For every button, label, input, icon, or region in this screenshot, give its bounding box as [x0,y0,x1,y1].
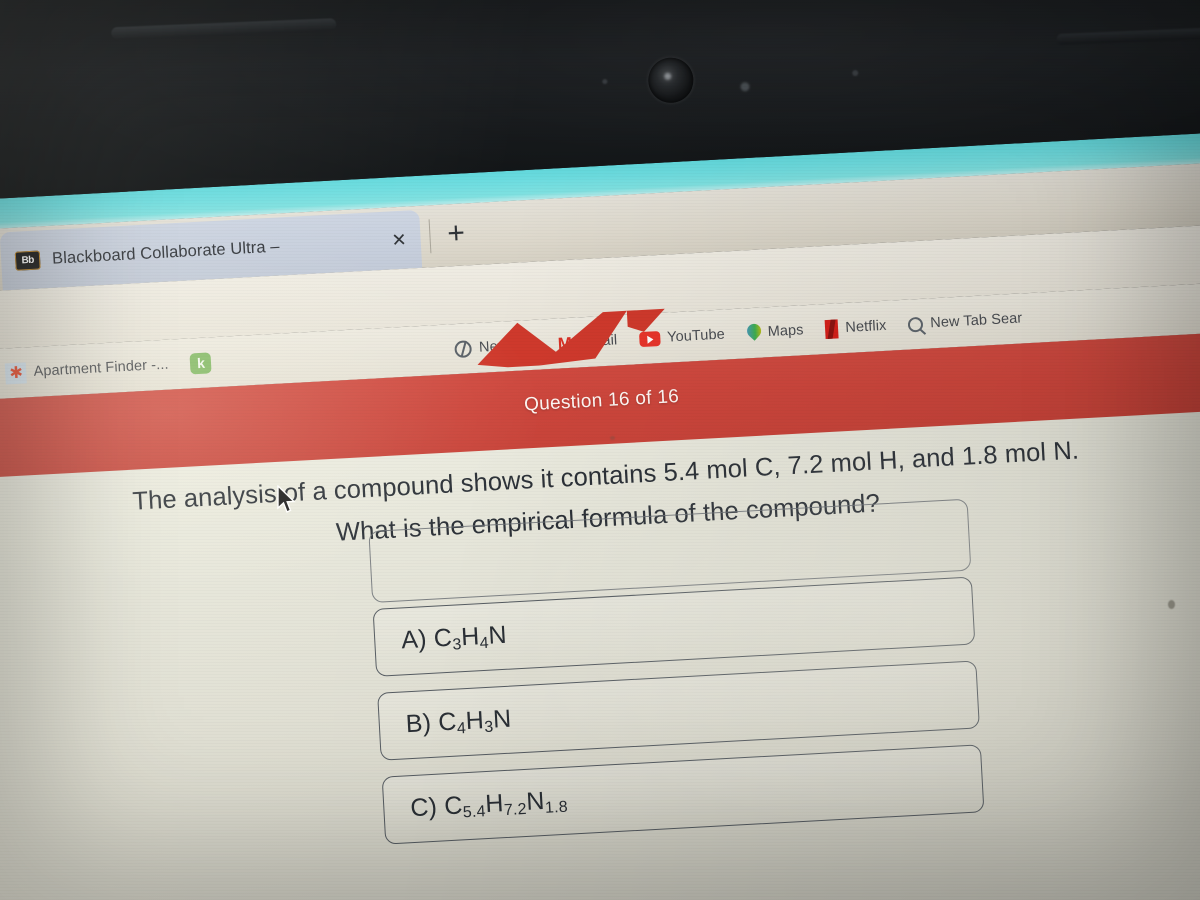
microphone-dot-icon [852,69,859,77]
answer-option-b[interactable]: B) C4H3N [377,660,980,761]
photo-of-laptop-screen: ‹ Bb Blackboard Collaborate Ultra – ✕ + … [0,0,1200,900]
dust-speck [1168,600,1175,609]
maps-pin-icon [746,323,761,343]
laptop-screen: ‹ Bb Blackboard Collaborate Ultra – ✕ + … [0,128,1200,900]
bookmark-label: Netflix [845,317,887,336]
answer-option-b-text: B) C4H3N [405,704,512,738]
search-icon [907,316,924,333]
bookmark-label: YouTube [666,326,726,346]
bookmark-label: Apartment Finder -... [33,356,169,380]
bookmark-spacer [229,350,444,362]
dust-speck [610,436,615,440]
tab-title: Blackboard Collaborate Ultra – [51,236,280,268]
mouse-pointer-icon [277,485,296,513]
answer-option-c-text: C) C5.4H7.2N1.8 [409,786,569,822]
red-chevron-graphic [475,302,673,370]
bookmark-new-tab-search[interactable]: New Tab Sear [896,301,1034,342]
answer-option-c[interactable]: C) C5.4H7.2N1.8 [381,744,985,845]
bookmark-maps[interactable]: Maps [735,313,816,351]
star-icon: ✱ [5,361,28,384]
bookmark-apartment-finder[interactable]: ✱ Apartment Finder -... [0,347,180,391]
bookmark-netflix[interactable]: Netflix [814,308,899,346]
bookmark-label: Maps [767,322,804,341]
blackboard-bb-icon: Bb [14,249,41,271]
webcam-led-icon [740,82,750,92]
kahoot-k-icon: k [189,351,213,374]
new-tab-button[interactable]: + [446,216,465,250]
close-icon[interactable]: ✕ [391,230,407,251]
microphone-dot-icon [602,79,608,85]
netflix-n-icon [824,318,839,339]
bookmark-kahoot[interactable]: k [179,344,231,381]
globe-icon [454,339,473,358]
answer-options-list: A) C3H4N B) C4H3N C) C5.4H7.2N1.8 [372,576,986,861]
answer-option-a-text: A) C3H4N [400,620,508,654]
bookmark-label: New Tab Sear [929,310,1023,332]
